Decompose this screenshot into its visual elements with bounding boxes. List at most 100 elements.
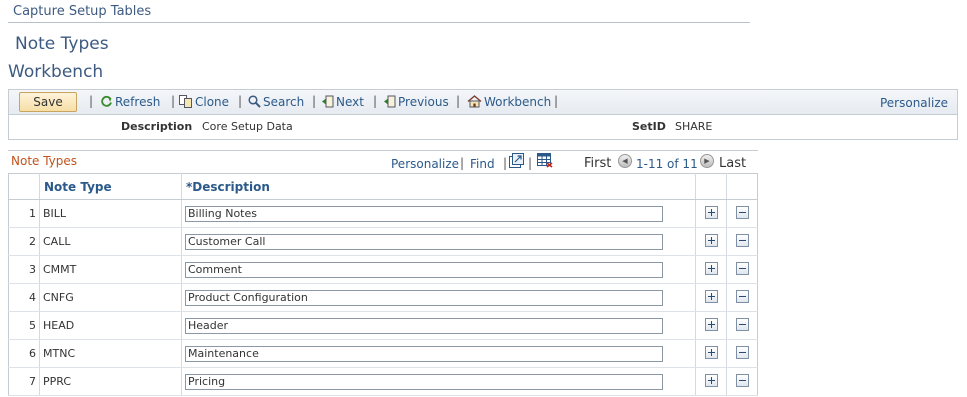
- breadcrumb-divider: [8, 22, 750, 23]
- description-input[interactable]: Customer Call: [185, 233, 663, 250]
- table-row: 7 PPRC Pricing: [8, 367, 758, 396]
- delete-row-cell: [726, 311, 758, 340]
- description-cell: Product Configuration: [181, 283, 696, 312]
- description-cell: Maintenance: [181, 339, 696, 368]
- clone-icon: [179, 95, 192, 108]
- description-input[interactable]: Comment: [185, 261, 663, 278]
- header-info-panel: Description Core Setup Data SetID SHARE: [8, 115, 958, 140]
- toolbar-separator: |: [312, 94, 317, 108]
- grid-body: 1 BILL Billing Notes 2 CALL Customer Call 3 CMM…: [8, 199, 758, 396]
- delete-row-button[interactable]: [735, 205, 749, 219]
- add-row-button[interactable]: [704, 317, 718, 331]
- description-label: Description: [121, 120, 193, 133]
- delete-row-button[interactable]: [735, 373, 749, 387]
- description-column-header[interactable]: *Description: [181, 173, 696, 200]
- setid-label: SetID: [632, 120, 666, 133]
- workbench-link[interactable]: Workbench: [467, 95, 551, 109]
- description-input[interactable]: Billing Notes: [185, 205, 663, 222]
- previous-row-icon[interactable]: ◀: [618, 154, 632, 168]
- note-type-cell: PPRC: [39, 367, 182, 396]
- grid-header-row: Note Type *Description: [8, 173, 758, 200]
- note-type-cell: BILL: [39, 199, 182, 228]
- clone-link[interactable]: Clone: [179, 95, 229, 109]
- search-icon: [248, 95, 261, 108]
- clone-label: Clone: [195, 95, 230, 109]
- row-number: 4: [8, 283, 40, 312]
- toolbar-separator: |: [373, 94, 378, 108]
- description-cell: Pricing: [181, 367, 696, 396]
- row-number: 1: [8, 199, 40, 228]
- next-row-icon[interactable]: ▶: [700, 154, 714, 168]
- previous-label: Previous: [398, 95, 449, 109]
- description-input[interactable]: Maintenance: [185, 345, 663, 362]
- delete-row-button[interactable]: [735, 261, 749, 275]
- table-row: 3 CMMT Comment: [8, 255, 758, 284]
- description-input[interactable]: Header: [185, 317, 663, 334]
- add-row-cell: [695, 199, 727, 228]
- grid-separator: |: [528, 156, 533, 170]
- row-number: 3: [8, 255, 40, 284]
- note-type-column-header[interactable]: Note Type: [39, 173, 182, 200]
- add-row-cell: [695, 339, 727, 368]
- refresh-label: Refresh: [115, 95, 161, 109]
- description-cell: Header: [181, 311, 696, 340]
- add-row-cell: [695, 367, 727, 396]
- page-subtitle: Note Types: [15, 34, 109, 54]
- grid-personalize-link[interactable]: Personalize: [391, 157, 459, 171]
- delete-row-cell: [726, 339, 758, 368]
- note-type-cell: CALL: [39, 227, 182, 256]
- add-row-cell: [695, 255, 727, 284]
- toolbar-separator: |: [554, 94, 559, 108]
- refresh-link[interactable]: Refresh: [100, 95, 160, 109]
- row-number: 2: [8, 227, 40, 256]
- workbench-label: Workbench: [484, 95, 552, 109]
- delete-row-button[interactable]: [735, 317, 749, 331]
- add-row-button[interactable]: [704, 233, 718, 247]
- toolbar-separator: |: [238, 94, 243, 108]
- add-column-header: [695, 173, 727, 200]
- previous-icon: [384, 95, 396, 108]
- view-all-icon[interactable]: [509, 153, 524, 168]
- last-label: Last: [719, 156, 747, 171]
- table-row: 2 CALL Customer Call: [8, 227, 758, 256]
- grid-title: Note Types: [11, 154, 78, 168]
- toolbar-separator: |: [89, 94, 94, 108]
- row-number: 6: [8, 339, 40, 368]
- add-row-button[interactable]: [704, 373, 718, 387]
- description-value: Core Setup Data: [202, 120, 293, 133]
- add-row-button[interactable]: [704, 289, 718, 303]
- previous-link[interactable]: Previous: [383, 95, 449, 109]
- table-row: 4 CNFG Product Configuration: [8, 283, 758, 312]
- grid-find-link[interactable]: Find: [470, 157, 495, 171]
- add-row-cell: [695, 283, 727, 312]
- search-label: Search: [263, 95, 305, 109]
- setid-value: SHARE: [675, 120, 713, 133]
- next-link[interactable]: Next: [321, 95, 364, 109]
- page-title: Workbench: [8, 62, 104, 82]
- workbench-toolbar: Save | Refresh | Clone | Search | Next |…: [8, 89, 958, 115]
- row-number: 7: [8, 367, 40, 396]
- toolbar-personalize-link[interactable]: Personalize: [880, 96, 948, 110]
- grid-navigation-bar: Note Types Personalize | Find | | First …: [8, 150, 758, 174]
- grid-separator: |: [503, 156, 508, 170]
- search-link[interactable]: Search: [248, 95, 304, 109]
- table-row: 1 BILL Billing Notes: [8, 199, 758, 228]
- add-row-button[interactable]: [704, 345, 718, 359]
- description-input[interactable]: Product Configuration: [185, 289, 663, 306]
- row-range[interactable]: 1-11 of 11: [636, 157, 698, 171]
- note-types-grid: Note Type *Description 1 BILL Billing Note…: [8, 173, 758, 396]
- delete-row-button[interactable]: [735, 233, 749, 247]
- save-button[interactable]: Save: [19, 92, 77, 112]
- note-type-cell: MTNC: [39, 339, 182, 368]
- row-number: 5: [8, 311, 40, 340]
- description-cell: Billing Notes: [181, 199, 696, 228]
- add-row-button[interactable]: [704, 205, 718, 219]
- delete-row-cell: [726, 227, 758, 256]
- download-spreadsheet-icon[interactable]: [537, 153, 553, 168]
- delete-row-button[interactable]: [735, 289, 749, 303]
- breadcrumb[interactable]: Capture Setup Tables: [13, 4, 151, 19]
- add-row-button[interactable]: [704, 261, 718, 275]
- delete-row-button[interactable]: [735, 345, 749, 359]
- delete-column-header: [726, 173, 758, 200]
- description-input[interactable]: Pricing: [185, 373, 663, 390]
